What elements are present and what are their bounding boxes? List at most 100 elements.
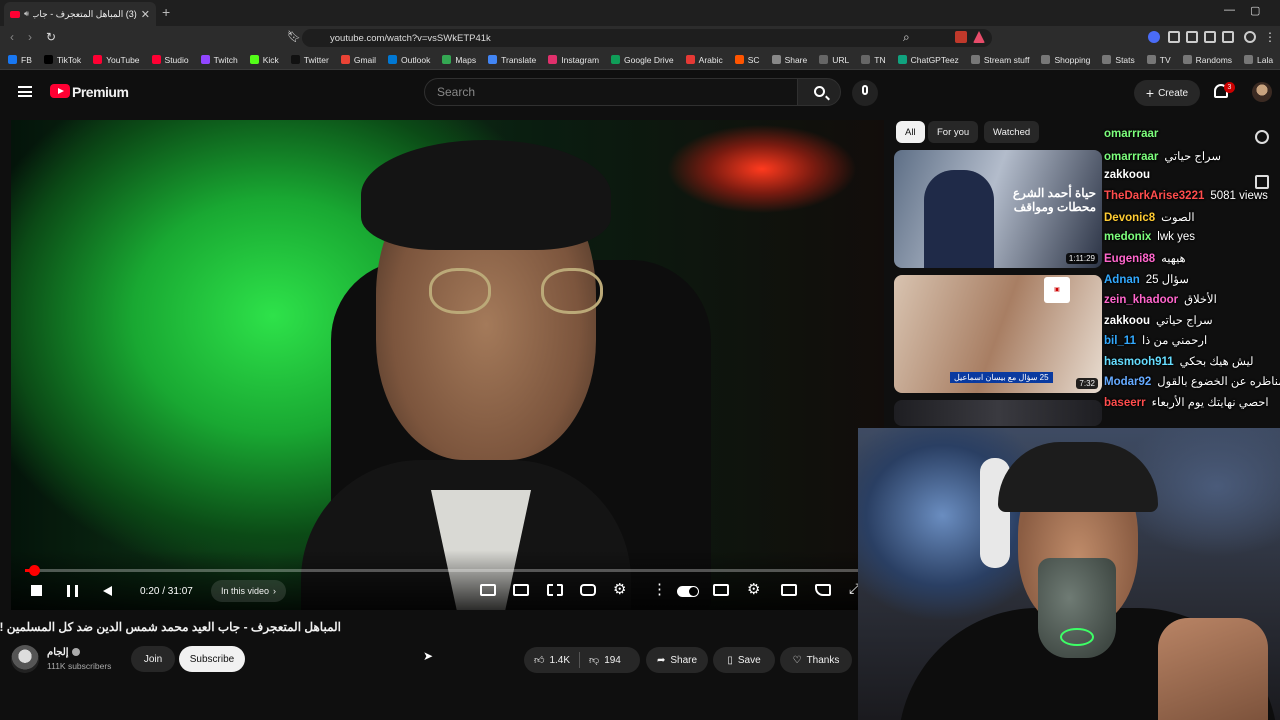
bookmark-item[interactable]: Kick [249,55,279,65]
bookmark-item[interactable]: YouTube [93,55,140,65]
bookmark-item[interactable]: Google Drive [611,55,674,65]
theater-mode-icon[interactable] [781,584,797,596]
bookmark-item[interactable]: Twitter [290,55,329,65]
share-button[interactable]: ➦ Share [646,647,708,673]
bookmark-item[interactable]: TN [861,55,886,65]
search-button[interactable] [797,78,841,106]
pause-icon[interactable] [67,585,78,597]
brave-shield-icon[interactable] [955,31,967,43]
video-player[interactable]: 0:20 / 31:07 In this video › ⚙︎ ⋮ ⚙︎ ⤢ [11,120,884,610]
volume-icon[interactable] [103,586,112,596]
in-this-video-button[interactable]: In this video › [211,580,287,602]
bookmark-item[interactable]: Lala [1244,55,1273,65]
dislike-count[interactable]: 194 [604,655,621,666]
gear-icon[interactable]: ⚙︎ [613,580,626,598]
bookmark-item[interactable]: Maps [442,55,476,65]
bookmark-item[interactable]: TV [1146,55,1171,65]
subscribe-button[interactable]: Subscribe [179,646,245,672]
recommendation-thumbnail[interactable] [894,400,1102,426]
split-view-icon[interactable] [547,584,563,596]
bookmark-item[interactable]: Arabic [685,55,723,65]
chat-icon[interactable] [1255,175,1269,189]
sidebar-icon[interactable] [1204,31,1216,43]
info-icon[interactable] [1255,130,1269,144]
chat-message: medonix lwk yes [1104,231,1195,243]
bookmark-item[interactable]: Instagram [548,55,599,65]
bookmark-item[interactable]: Translate [488,55,536,65]
bookmark-item[interactable]: SC [734,55,760,65]
puzzle-icon[interactable] [1168,31,1180,43]
progress-bar[interactable] [25,565,870,576]
bookmark-item[interactable]: Outlook [388,55,430,65]
thanks-button[interactable]: ♡ Thanks [780,647,852,673]
screenshot-camera-icon[interactable] [580,584,596,596]
bookmark-item[interactable]: TikTok [43,55,81,65]
chapters-icon[interactable] [480,584,496,596]
wallet-icon[interactable] [1222,31,1234,43]
bookmark-item[interactable]: Share [771,55,807,65]
plus-icon: + [1145,85,1155,101]
chat-text: سراج حياتي [1156,314,1213,327]
bookmark-item[interactable]: Randoms [1182,55,1232,65]
bookmark-item[interactable]: Stream stuff [970,54,1030,65]
autoplay-toggle[interactable] [677,586,699,597]
bookmark-item[interactable]: Studio [151,55,189,65]
channel-name[interactable]: إلجام [47,647,80,658]
chat-message: Devonic8 الصوت [1104,210,1195,224]
chip-all[interactable]: All [896,121,925,143]
thumbs-up-icon[interactable]: 👍︎ [534,654,544,666]
menu-icon[interactable]: ⋮ [1264,30,1276,44]
address-bar[interactable]: youtube.com/watch?v=vsSWkETP41k [302,29,992,47]
bookmark-item[interactable]: FB [8,55,32,65]
browser-tab[interactable]: 🔊︎ (3) المباهل المتعجرف - جاب ال... ✕ [4,2,156,26]
chat-text: 5081 views [1210,189,1268,202]
subtitles-cc-icon[interactable] [713,584,729,596]
chat-message: omarrraar سراج حياتي [1104,149,1221,163]
bookmark-favicon-icon [685,55,695,64]
bookmark-icon[interactable]: 🔖︎ [287,30,301,43]
youtube-premium-logo[interactable]: Premium [72,84,129,100]
chat-username: zakkoou [1104,169,1151,181]
bookmark-item[interactable]: Gmail [340,55,376,65]
search-input[interactable]: Search [424,78,798,106]
cast-icon[interactable] [815,584,831,596]
stop-icon[interactable] [31,585,42,596]
bookmark-item[interactable]: ChatGPTeez [897,55,959,65]
more-options-icon[interactable]: ⋮ [652,580,667,598]
maximize-icon[interactable]: ▢ [1250,4,1260,17]
youtube-logo-icon[interactable] [50,84,70,98]
recommendation-thumbnail[interactable]: حياة أحمد الشرع محطات ومواقف 1:11:29 [894,150,1102,268]
chip-watched[interactable]: Watched [984,121,1040,143]
bookmark-label: Stream stuff [983,54,1030,65]
bookmark-item[interactable]: Shopping [1041,55,1090,65]
extension-icon[interactable] [1148,31,1160,43]
chip-for-you[interactable]: For you [928,121,979,143]
join-button[interactable]: Join [131,646,175,672]
thumbs-down-icon[interactable]: 👎︎ [589,654,599,666]
forward-icon[interactable]: › [28,30,32,44]
hamburger-menu-icon[interactable] [18,86,32,97]
save-button[interactable]: ▯ Save [713,647,775,673]
profile-icon[interactable] [1244,31,1256,43]
chat-text: هيهيه [1161,253,1186,265]
close-tab-icon[interactable]: ✕ [141,8,150,21]
voice-search-button[interactable] [852,80,878,106]
music-icon[interactable] [1186,31,1198,43]
new-tab-icon[interactable]: + [162,4,170,20]
bookmark-favicon-icon [1182,55,1192,64]
recommendation-thumbnail[interactable]: ▣ 25 سؤال مع بيسان اسماعيل 7:32 [894,275,1102,393]
chat-message: hasmooh911 ليش هيك بحكي [1104,354,1253,368]
like-count[interactable]: 1.4K [549,655,570,666]
minimize-icon[interactable]: — [1224,4,1235,16]
bookmark-item[interactable]: URL [819,55,849,65]
create-button[interactable]: + Create [1134,80,1200,106]
bookmark-item[interactable]: Stats [1102,55,1135,65]
settings-icon[interactable]: ⚙︎ [747,580,760,598]
zoom-icon[interactable]: ⌕ [903,30,910,45]
reload-icon[interactable]: ↻ [46,30,56,44]
channel-avatar[interactable] [11,645,39,673]
bookmark-item[interactable]: Twitch [200,55,238,65]
account-avatar[interactable] [1252,82,1272,102]
back-icon[interactable]: ‹ [10,30,14,44]
miniplayer-icon[interactable] [513,584,529,596]
